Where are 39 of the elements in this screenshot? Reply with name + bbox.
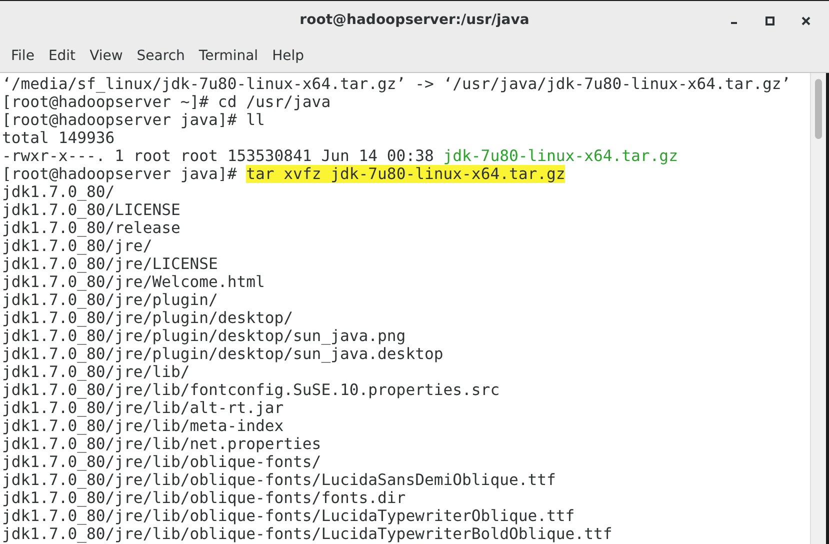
terminal-text: jdk1.7.0_80/jre/: [2, 237, 152, 255]
terminal-text: jdk1.7.0_80/jre/LICENSE: [2, 255, 218, 273]
menu-item[interactable]: Terminal: [192, 48, 266, 64]
terminal-text: jdk1.7.0_80/jre/plugin/desktop/sun_java.desktop: [2, 345, 444, 363]
terminal-text: ‘/media/sf_linux/jdk-7u80-linux-x64.tar.gz’ -> ‘/usr/java/jdk-7u80-linux-x64.tar.gz’: [2, 75, 791, 93]
file-name: jdk-7u80-linux-x64.tar.gz: [443, 147, 678, 165]
menu-item[interactable]: Edit: [41, 48, 83, 64]
terminal-text: jdk1.7.0_80/jre/lib/oblique-fonts/LucidaSansDemiOblique.ttf: [2, 471, 556, 489]
terminal-text: jdk1.7.0_80/jre/lib/net.properties: [2, 435, 322, 453]
terminal-text: jdk1.7.0_80/jre/lib/: [2, 363, 190, 381]
menu-item[interactable]: Search: [130, 48, 192, 64]
terminal-text: jdk1.7.0_80/jre/lib/oblique-fonts/LucidaTypewriterOblique.ttf: [2, 507, 575, 525]
terminal-text: jdk1.7.0_80/LICENSE: [2, 201, 180, 219]
terminal-text: -rwxr-x---. 1 root root 153530841 Jun 14 00:38: [2, 147, 435, 165]
window-title: root@hadoopserver:/usr/java: [300, 12, 530, 28]
menu-item[interactable]: File: [4, 48, 42, 64]
terminal-text: jdk1.7.0_80/release: [2, 219, 180, 237]
scrollbar[interactable]: [810, 73, 826, 544]
terminal-text: jdk1.7.0_80/jre/Welcome.html: [2, 273, 265, 291]
terminal-text: jdk1.7.0_80/: [2, 183, 115, 201]
maximize-icon: [765, 16, 775, 26]
highlighted-command: tar xvfz jdk-7u80-linux-x64.tar.gz: [246, 165, 566, 183]
terminal-text: jdk1.7.0_80/jre/plugin/desktop/: [2, 309, 294, 327]
terminal-text: [root@hadoopserver ~]# cd /usr/java: [2, 93, 331, 111]
terminal-text: jdk1.7.0_80/jre/lib/oblique-fonts/fonts.dir: [2, 489, 406, 507]
terminal-text: jdk1.7.0_80/jre/plugin/: [2, 291, 218, 309]
terminal-text: jdk1.7.0_80/jre/lib/meta-index: [2, 417, 284, 435]
terminal-text: [root@hadoopserver java]# ll: [2, 111, 265, 129]
terminal-text: total 149936: [2, 129, 115, 147]
scrollbar-thumb[interactable]: [815, 79, 822, 139]
terminal-text: jdk1.7.0_80/jre/lib/fontconfig.SuSE.10.properties.src: [2, 381, 500, 399]
close-icon: [801, 16, 811, 26]
menu-item[interactable]: Help: [265, 48, 311, 64]
terminal-text: jdk1.7.0_80/jre/lib/oblique-fonts/LucidaTypewriterBoldOblique.ttf: [2, 525, 612, 543]
terminal-text: jdk1.7.0_80/jre/lib/alt-rt.jar: [2, 399, 284, 417]
terminal-text: jdk1.7.0_80/jre/lib/oblique-fonts/: [2, 453, 322, 471]
menu-item[interactable]: View: [82, 48, 130, 64]
terminal-text: jdk1.7.0_80/jre/plugin/desktop/sun_java.png: [2, 327, 406, 345]
terminal-text: [root@hadoopserver java]#: [2, 165, 238, 183]
